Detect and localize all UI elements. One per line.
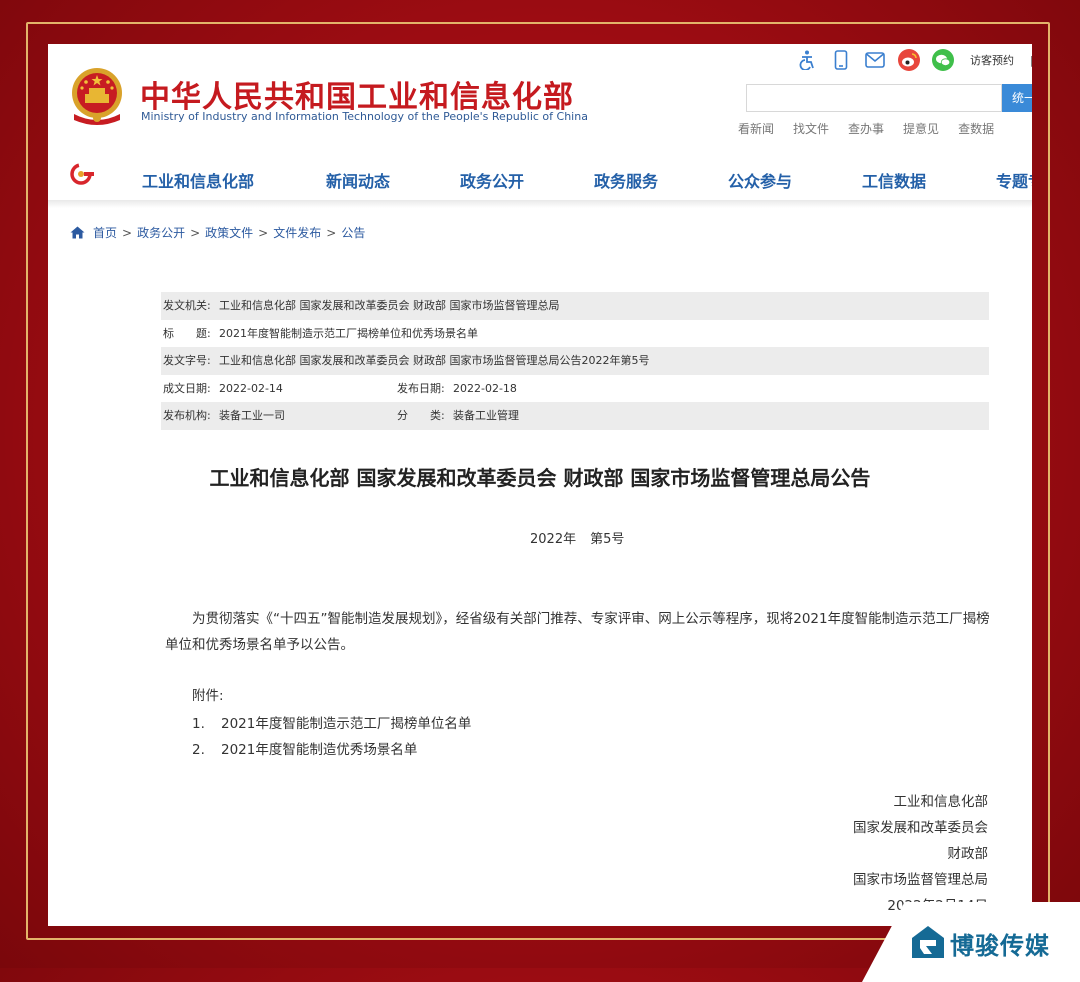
nav-divider (48, 200, 1032, 208)
meta-published-label: 发布日期: (397, 381, 445, 395)
attachments-label: 附件: (192, 688, 224, 704)
breadcrumb-announcement[interactable]: 公告 (341, 224, 365, 241)
watermark-logo-icon (912, 926, 944, 958)
meta-row-org: 发布机构: 装备工业一司 分 类: 装备工业管理 (161, 402, 989, 430)
toolbar-divider: | (1030, 53, 1032, 67)
top-toolbar: 访客预约 | (796, 48, 1032, 72)
nav-item-news[interactable]: 新闻动态 (326, 168, 390, 192)
attachment-link[interactable]: 2. 2021年度智能制造优秀场景名单 (192, 738, 417, 758)
meta-created-label: 成文日期: (163, 381, 211, 395)
attachment-title[interactable]: 2021年度智能制造示范工厂揭榜单位名单 (221, 716, 471, 732)
weibo-icon[interactable] (898, 49, 920, 71)
web-page: 中华人民共和国工业和信息化部 Ministry of Industry and … (48, 44, 1032, 926)
mobile-icon[interactable] (830, 49, 852, 71)
meta-category-label: 分 类: (397, 409, 445, 423)
breadcrumb: 首页 > 政务公开 > 政策文件 > 文件发布 > 公告 (70, 224, 365, 241)
meta-org-value: 装备工业一司 (219, 409, 285, 423)
meta-row-title: 标 题: 2021年度智能制造示范工厂揭榜单位和优秀场景名单 (161, 320, 989, 348)
document-metadata-table: 发文机关: 工业和信息化部 国家发展和改革委员会 财政部 国家市场监督管理总局 … (161, 292, 989, 430)
document-number: 2022年 第5号 (530, 528, 638, 547)
document-issue: 第5号 (590, 532, 625, 547)
meta-row-dates: 成文日期: 2022-02-14 发布日期: 2022-02-18 (161, 375, 989, 403)
attachment-number: 1. (192, 716, 205, 732)
attachment-link[interactable]: 1. 2021年度智能制造示范工厂揭榜单位名单 (192, 712, 471, 732)
national-emblem-icon (72, 68, 122, 125)
visit-appointment-link[interactable]: 访客预约 (970, 52, 1014, 68)
meta-doc-number-label: 发文字号: (163, 354, 211, 368)
nav-item-public-participation[interactable]: 公众参与 (728, 168, 792, 192)
search-button[interactable]: 统一 (1002, 84, 1032, 112)
meta-issuer-value: 工业和信息化部 国家发展和改革委员会 财政部 国家市场监督管理总局 (219, 299, 560, 312)
quick-link-data[interactable]: 查数据 (958, 120, 994, 137)
quick-link-services[interactable]: 查办事 (848, 120, 884, 137)
quick-links: 看新闻 找文件 查办事 提意见 查数据 (738, 120, 994, 137)
meta-category-value: 装备工业管理 (453, 409, 519, 423)
signatory: 工业和信息化部 (893, 794, 989, 810)
ministry-logo-icon[interactable] (68, 160, 96, 188)
search-input[interactable] (746, 84, 1002, 112)
document-body: 为贯彻落实《“十四五”智能制造发展规划》，经省级有关部门推荐、专家评审、网上公示… (165, 611, 990, 653)
nav-item-services[interactable]: 政务服务 (594, 168, 658, 192)
breadcrumb-government-affairs[interactable]: 政务公开 (137, 224, 185, 241)
document-year: 2022年 (530, 532, 577, 547)
breadcrumb-home[interactable]: 首页 (93, 224, 117, 241)
breadcrumb-separator: > (190, 225, 201, 240)
breadcrumb-file-release[interactable]: 文件发布 (273, 224, 321, 241)
wechat-icon[interactable] (932, 49, 954, 71)
nav-item-government-affairs[interactable]: 政务公开 (460, 168, 524, 192)
breadcrumb-separator: > (258, 225, 269, 240)
quick-link-files[interactable]: 找文件 (793, 120, 829, 137)
meta-issuer-label: 发文机关: (163, 299, 211, 312)
nav-item-data[interactable]: 工信数据 (862, 168, 926, 192)
main-nav: 工业和信息化部 新闻动态 政务公开 政务服务 公众参与 工信数据 专题专 (48, 152, 1032, 200)
meta-row-doc-number: 发文字号: 工业和信息化部 国家发展和改革委员会 财政部 国家市场监督管理总局公… (161, 347, 989, 375)
meta-doc-number-value: 工业和信息化部 国家发展和改革委员会 财政部 国家市场监督管理总局公告2022年… (219, 354, 650, 368)
attachment-title[interactable]: 2021年度智能制造优秀场景名单 (221, 742, 417, 758)
nav-item-topics[interactable]: 专题专 (996, 168, 1032, 192)
accessibility-icon[interactable] (796, 49, 818, 71)
home-icon[interactable] (70, 226, 85, 239)
watermark-text: 博骏传媒 (950, 932, 1050, 960)
signatory: 国家市场监督管理总局 (853, 872, 988, 888)
site-subtitle: Ministry of Industry and Information Tec… (141, 110, 588, 123)
breadcrumb-separator: > (326, 225, 337, 240)
meta-published-value: 2022-02-18 (453, 381, 517, 395)
meta-created-value: 2022-02-14 (219, 381, 283, 395)
meta-title-value: 2021年度智能制造示范工厂揭榜单位和优秀场景名单 (219, 326, 478, 340)
signatory: 国家发展和改革委员会 (853, 820, 988, 836)
meta-org-label: 发布机构: (163, 409, 211, 423)
document-title: 工业和信息化部 国家发展和改革委员会 财政部 国家市场监督管理总局公告 (209, 466, 871, 490)
nav-item-ministry[interactable]: 工业和信息化部 (142, 168, 254, 192)
meta-row-issuer: 发文机关: 工业和信息化部 国家发展和改革委员会 财政部 国家市场监督管理总局 (161, 292, 989, 320)
attachment-number: 2. (192, 742, 205, 758)
meta-title-label: 标 题: (163, 326, 211, 340)
quick-link-news[interactable]: 看新闻 (738, 120, 774, 137)
breadcrumb-policy-documents[interactable]: 政策文件 (205, 224, 253, 241)
quick-link-feedback[interactable]: 提意见 (903, 120, 939, 137)
signatory: 财政部 (947, 846, 989, 862)
mail-icon[interactable] (864, 49, 886, 71)
breadcrumb-separator: > (122, 225, 133, 240)
